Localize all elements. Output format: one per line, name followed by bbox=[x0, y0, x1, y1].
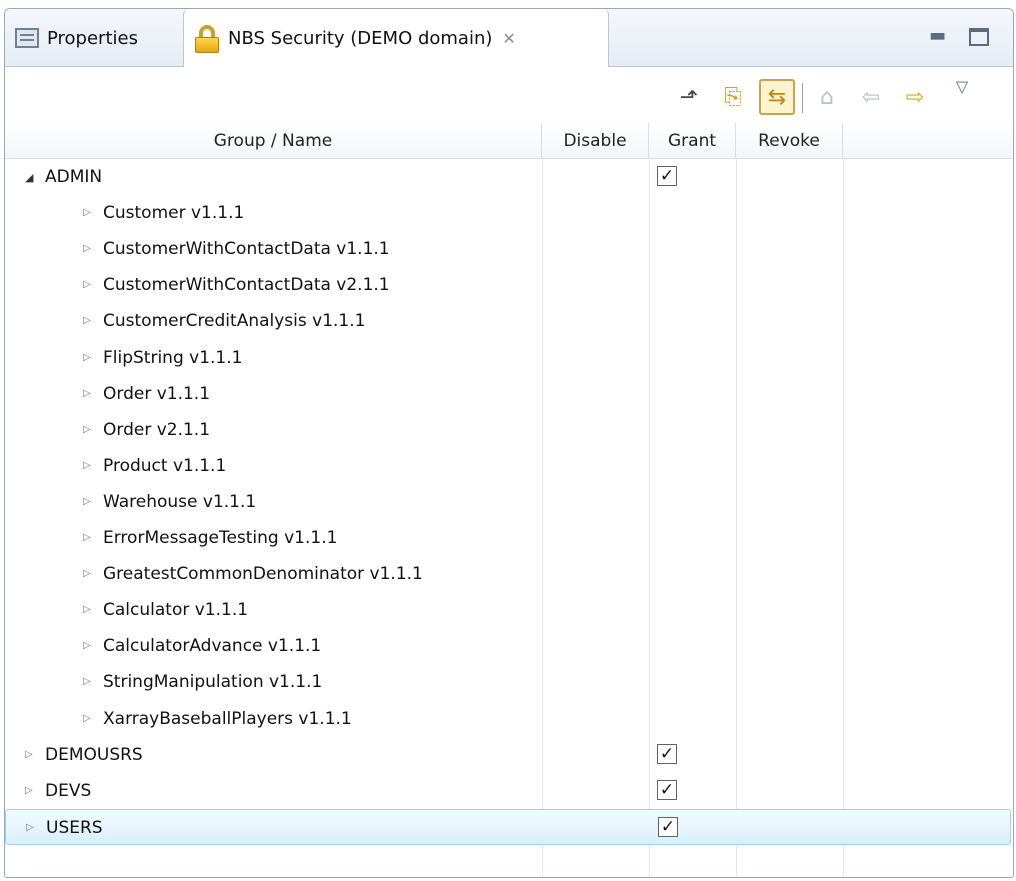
tree-row-label: Customer v1.1.1 bbox=[103, 203, 245, 224]
tree-row-label: CustomerWithContactData v2.1.1 bbox=[103, 275, 390, 296]
column-header-revoke[interactable]: Revoke bbox=[736, 123, 843, 159]
collapse-triangle-icon[interactable]: ◢ bbox=[25, 171, 33, 184]
forward-arrow-icon[interactable]: ⇨ bbox=[897, 79, 933, 115]
import-icon[interactable]: ⎘ bbox=[715, 79, 751, 115]
tree-row[interactable]: ▷ StringManipulation v1.1.1 bbox=[5, 664, 1013, 700]
tree-row[interactable]: ▷ Order v1.1.1 bbox=[5, 376, 1013, 412]
tree-row[interactable]: ◢ ADMIN ✓ bbox=[5, 159, 1013, 195]
expand-triangle-icon[interactable]: ▷ bbox=[25, 785, 33, 796]
table-header: Group / Name Disable Grant Revoke bbox=[5, 123, 1013, 159]
view-menu-icon[interactable]: ▽ bbox=[949, 73, 975, 99]
home-icon[interactable]: ⌂ bbox=[809, 79, 845, 115]
expand-triangle-icon[interactable]: ▷ bbox=[83, 713, 91, 724]
tree-row-label: Warehouse v1.1.1 bbox=[103, 491, 257, 512]
grant-checkbox[interactable]: ✓ bbox=[657, 743, 677, 764]
tree-row[interactable]: ▷ Calculator v1.1.1 bbox=[5, 592, 1013, 628]
tree-row-label: GreatestCommonDenominator v1.1.1 bbox=[103, 564, 423, 585]
tree-row[interactable]: ▷ FlipString v1.1.1 bbox=[5, 340, 1013, 376]
tab-strip: Properties NBS Security (DEMO domain) ✕ … bbox=[5, 9, 1013, 68]
expand-triangle-icon[interactable]: ▷ bbox=[83, 460, 91, 471]
export-icon[interactable]: ⬏ bbox=[671, 79, 707, 115]
tree-row-label: Calculator v1.1.1 bbox=[103, 600, 249, 621]
lock-icon bbox=[194, 24, 220, 53]
properties-icon bbox=[15, 28, 39, 48]
expand-triangle-icon[interactable]: ▷ bbox=[83, 532, 91, 543]
close-tab-icon[interactable]: ✕ bbox=[502, 29, 515, 48]
tree-row-label: DEVS bbox=[45, 780, 92, 801]
minimize-icon[interactable]: ▬ bbox=[929, 25, 946, 46]
expand-triangle-icon[interactable]: ▷ bbox=[83, 207, 91, 218]
tab-nbs-security[interactable]: NBS Security (DEMO domain) ✕ bbox=[183, 9, 609, 68]
tree-row[interactable]: ▷ CustomerWithContactData v2.1.1 bbox=[5, 267, 1013, 303]
tree-row[interactable]: ▷ CustomerCreditAnalysis v1.1.1 bbox=[5, 303, 1013, 339]
expand-triangle-icon[interactable]: ▷ bbox=[83, 352, 91, 363]
security-tree-table: Group / Name Disable Grant Revoke ◢ ADMIN… bbox=[5, 123, 1013, 877]
expand-triangle-icon[interactable]: ▷ bbox=[83, 315, 91, 326]
tree-row-label: CustomerWithContactData v1.1.1 bbox=[103, 239, 390, 260]
tree-row[interactable]: ▷ DEVS ✓ bbox=[5, 773, 1013, 809]
tree-row-label: USERS bbox=[46, 817, 103, 838]
expand-triangle-icon[interactable]: ▷ bbox=[83, 496, 91, 507]
column-header-disable[interactable]: Disable bbox=[542, 123, 649, 159]
grant-checkbox[interactable]: ✓ bbox=[657, 166, 677, 186]
grant-checkbox[interactable]: ✓ bbox=[657, 779, 677, 800]
tree-row-label: Order v1.1.1 bbox=[103, 383, 211, 404]
column-header-grant[interactable]: Grant bbox=[649, 123, 736, 159]
expand-triangle-icon[interactable]: ▷ bbox=[83, 604, 91, 615]
tree-row-label: StringManipulation v1.1.1 bbox=[103, 672, 323, 693]
expand-triangle-icon[interactable]: ▷ bbox=[83, 568, 91, 579]
expand-triangle-icon[interactable]: ▷ bbox=[83, 279, 91, 290]
grant-checkbox[interactable]: ✓ bbox=[658, 816, 678, 837]
tree-row-label: CalculatorAdvance v1.1.1 bbox=[103, 636, 322, 657]
expand-triangle-icon[interactable]: ▷ bbox=[83, 243, 91, 254]
tree-row[interactable]: ▷ CalculatorAdvance v1.1.1 bbox=[5, 628, 1013, 664]
tab-properties[interactable]: Properties bbox=[5, 9, 183, 67]
tree-row-label: DEMOUSRS bbox=[45, 744, 143, 765]
tab-security-label: NBS Security (DEMO domain) bbox=[228, 28, 493, 49]
tree-row-label: CustomerCreditAnalysis v1.1.1 bbox=[103, 311, 366, 332]
column-header-group-name[interactable]: Group / Name bbox=[5, 123, 542, 159]
expand-triangle-icon[interactable]: ▷ bbox=[83, 640, 91, 651]
maximize-icon[interactable] bbox=[969, 28, 989, 46]
tree-row[interactable]: ▷ Order v2.1.1 bbox=[5, 412, 1013, 448]
expand-triangle-icon[interactable]: ▷ bbox=[25, 749, 33, 760]
tree-row-label: FlipString v1.1.1 bbox=[103, 347, 243, 368]
security-view: Properties NBS Security (DEMO domain) ✕ … bbox=[4, 8, 1014, 878]
tree-row[interactable]: ▷ GreatestCommonDenominator v1.1.1 bbox=[5, 556, 1013, 592]
link-with-editor-icon[interactable]: ⇆ bbox=[759, 79, 795, 115]
back-arrow-icon[interactable]: ⇦ bbox=[853, 79, 889, 115]
tree-row-label: ADMIN bbox=[45, 167, 103, 187]
tree-row-label: Order v2.1.1 bbox=[103, 419, 211, 440]
toolbar-separator bbox=[802, 83, 803, 113]
expand-triangle-icon[interactable]: ▷ bbox=[26, 822, 34, 833]
tab-properties-label: Properties bbox=[47, 27, 138, 49]
expand-triangle-icon[interactable]: ▷ bbox=[83, 424, 91, 435]
tree-row[interactable]: ▷ Product v1.1.1 bbox=[5, 448, 1013, 484]
tree-row[interactable]: ▷ CustomerWithContactData v1.1.1 bbox=[5, 231, 1013, 267]
tree-row-label: XarrayBaseballPlayers v1.1.1 bbox=[103, 708, 352, 729]
expand-triangle-icon[interactable]: ▷ bbox=[83, 676, 91, 687]
tree-row[interactable]: ▷ DEMOUSRS ✓ bbox=[5, 737, 1013, 773]
tree-row-label: Product v1.1.1 bbox=[103, 455, 227, 476]
tree-row-label: ErrorMessageTesting v1.1.1 bbox=[103, 528, 338, 548]
tree-row[interactable]: ▷ Warehouse v1.1.1 bbox=[5, 484, 1013, 520]
tree-row[interactable]: ▷ USERS ✓ bbox=[5, 808, 1011, 845]
expand-triangle-icon[interactable]: ▷ bbox=[83, 388, 91, 399]
tree-row[interactable]: ▷ ErrorMessageTesting v1.1.1 bbox=[5, 520, 1013, 556]
tree-row[interactable]: ▷ XarrayBaseballPlayers v1.1.1 bbox=[5, 701, 1013, 737]
toolbar: ⬏ ⎘ ⇆ ⌂ ⇦ ⇨ ▽ bbox=[5, 67, 1013, 123]
tree-row[interactable]: ▷ Customer v1.1.1 bbox=[5, 195, 1013, 231]
